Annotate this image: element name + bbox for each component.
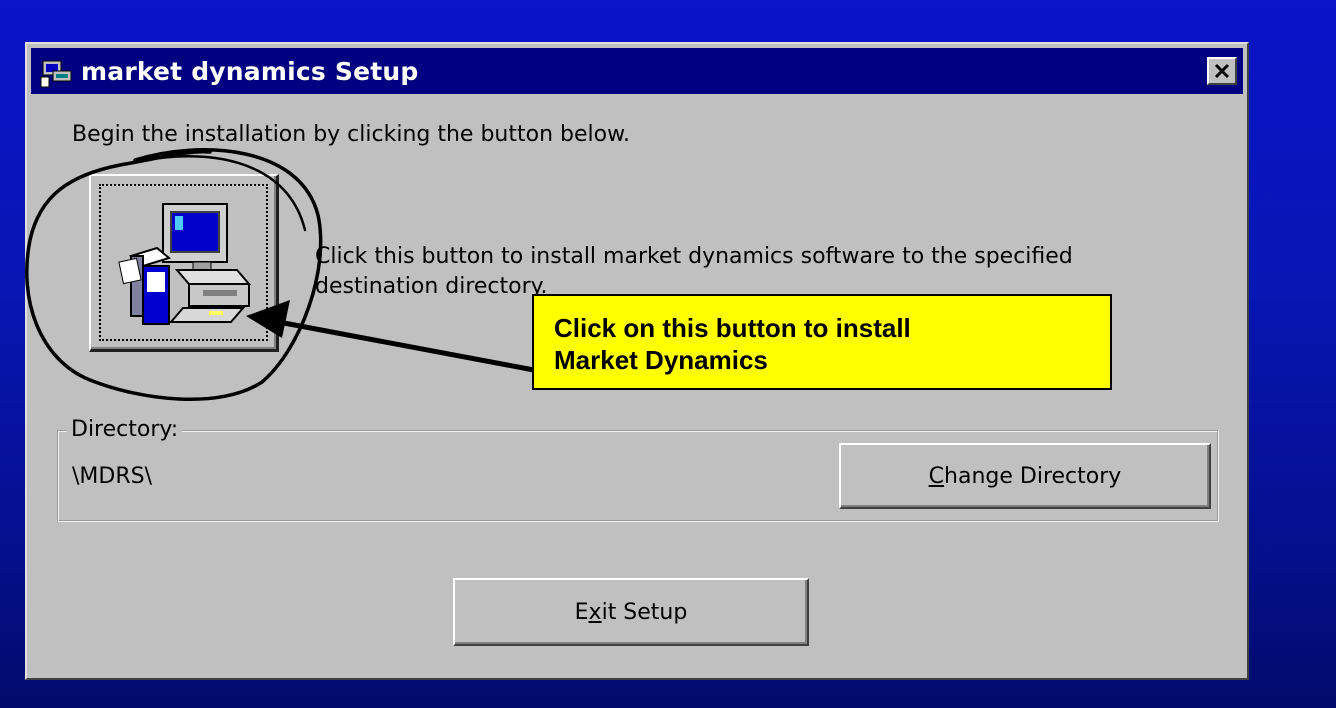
- change-directory-accelerator: C: [928, 463, 945, 489]
- computer-install-icon: [118, 203, 252, 325]
- exit-setup-label-rest: it Setup: [601, 599, 688, 625]
- dialog-title: market dynamics Setup: [81, 56, 419, 86]
- callout-box: Click on this button to install Market D…: [532, 294, 1112, 390]
- slide-background: market dynamics Setup Begin the installa…: [0, 0, 1336, 708]
- exit-setup-accelerator: x: [588, 599, 602, 625]
- change-directory-label: Change Directory: [929, 464, 1122, 489]
- close-icon: [1214, 63, 1230, 79]
- directory-path: \MDRS\: [72, 464, 152, 489]
- callout-line-1: Click on this button to install: [554, 313, 911, 343]
- exit-setup-label: Exit Setup: [575, 600, 688, 625]
- install-button[interactable]: [89, 174, 279, 352]
- change-directory-button[interactable]: Change Directory: [839, 443, 1211, 509]
- install-description: Click this button to install market dyna…: [315, 242, 1155, 302]
- callout-line-2: Market Dynamics: [554, 345, 768, 375]
- close-button[interactable]: [1207, 57, 1237, 85]
- install-description-line-1: Click this button to install market dyna…: [315, 244, 1073, 269]
- title-bar[interactable]: market dynamics Setup: [31, 48, 1243, 94]
- intro-text: Begin the installation by clicking the b…: [72, 122, 631, 147]
- exit-setup-label-pre: E: [574, 599, 589, 625]
- directory-group-label: Directory:: [67, 417, 183, 442]
- change-directory-label-rest: hange Directory: [944, 463, 1122, 489]
- setup-app-icon: [40, 60, 72, 88]
- exit-setup-button[interactable]: Exit Setup: [453, 578, 809, 646]
